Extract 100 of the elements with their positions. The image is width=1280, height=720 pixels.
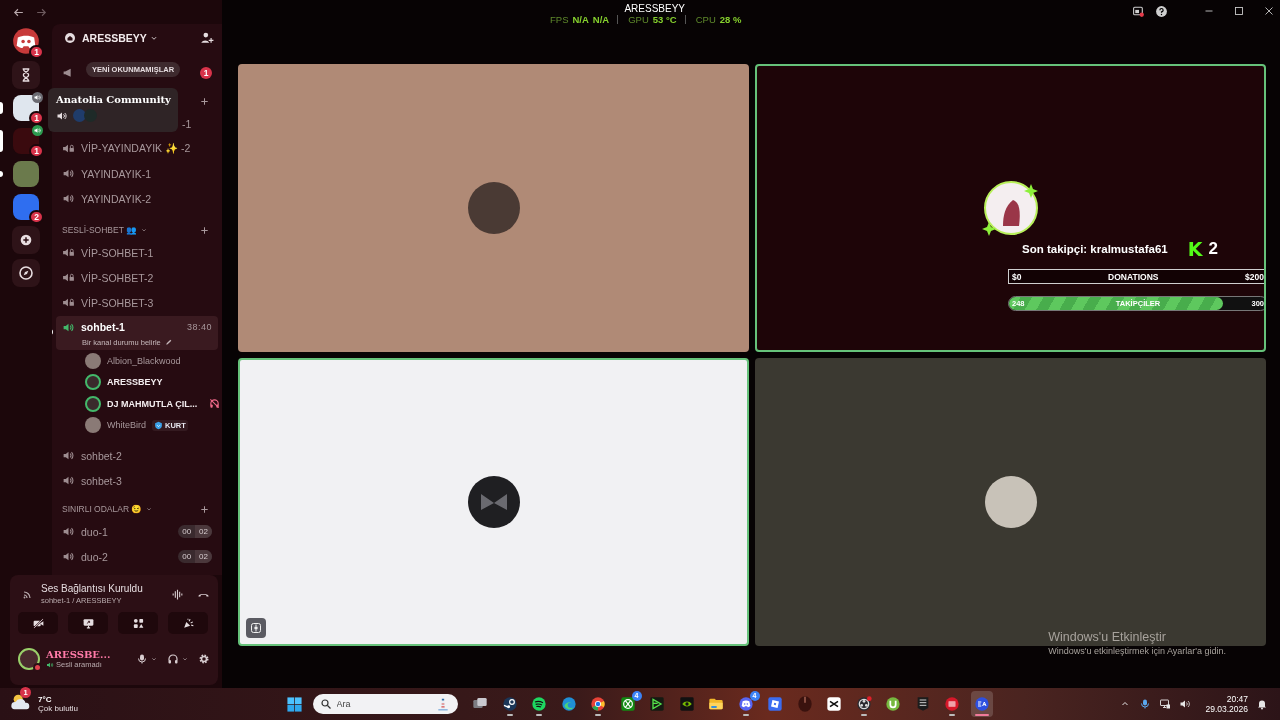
- voice-member[interactable]: ARESSBEYY: [56, 371, 218, 393]
- voice-channel[interactable]: sohbet-2: [56, 443, 218, 468]
- voice-channel[interactable]: YAYINDAYIK-1: [56, 161, 218, 186]
- add-channel-icon[interactable]: [199, 224, 210, 236]
- locked-speaker-icon: [62, 271, 75, 284]
- search-icon: [319, 698, 332, 710]
- app-icon: [590, 696, 606, 712]
- noise-suppression-icon[interactable]: [171, 587, 184, 601]
- app-icon: [501, 696, 518, 712]
- activation-text: Windows'u etkinleştirmek için Ayarlar'a gidin.: [1048, 646, 1226, 656]
- notification-icon[interactable]: [1256, 698, 1268, 710]
- running-indicator: [595, 714, 601, 716]
- activity-button[interactable]: [118, 612, 158, 634]
- speaker-icon: [62, 192, 75, 205]
- call-timer: 38:40: [186, 322, 212, 332]
- running-indicator: [536, 714, 542, 716]
- unread-badge: 1: [29, 144, 44, 158]
- pencil-icon[interactable]: [164, 338, 173, 346]
- mouse-icon: [796, 696, 813, 712]
- avatar-icon: [73, 109, 86, 122]
- add-server-button[interactable]: [12, 226, 40, 254]
- user-name: ARESSBE...: [46, 649, 111, 660]
- discover-button[interactable]: [12, 259, 40, 287]
- shield-icon: [154, 420, 163, 430]
- voice-channel[interactable]: duo-2 00 02: [56, 544, 218, 569]
- screen-share-button[interactable]: [68, 612, 108, 634]
- video-tile[interactable]: [238, 358, 749, 646]
- voice-channel[interactable]: sohbet-3: [56, 468, 218, 493]
- voice-channel[interactable]: VİP-SOHBET-2: [56, 265, 218, 290]
- user-count: 00: [181, 526, 193, 538]
- clock-date[interactable]: 29.03.2026: [1205, 704, 1248, 714]
- voice-channel[interactable]: VİP-SOHBET-3: [56, 290, 218, 315]
- voice-channel[interactable]: VİP-SOHBET-1: [56, 240, 218, 265]
- network-icon[interactable]: [1159, 698, 1172, 710]
- chevron-icon: [181, 655, 189, 663]
- locked-speaker-icon: [62, 246, 75, 259]
- video-tile[interactable]: [238, 64, 749, 352]
- unread-badge: 1: [29, 45, 44, 59]
- headphones-icon: [167, 653, 179, 665]
- compass-icon: [18, 265, 34, 281]
- weather-condition: Çok bulutlu: [38, 704, 79, 713]
- soundboard-icon: [181, 616, 195, 630]
- running-indicator: [860, 714, 867, 716]
- chevron-icon: [150, 655, 158, 663]
- speaker-icon: [46, 660, 54, 669]
- activity-icon: [131, 616, 145, 630]
- server-home-icon: [64, 32, 76, 44]
- speaker-icon: [62, 167, 75, 180]
- microphone-button[interactable]: [136, 653, 158, 665]
- camera-button[interactable]: [18, 612, 58, 634]
- clock-time[interactable]: 20:47: [1205, 694, 1248, 704]
- folder-icon: [708, 696, 724, 712]
- camera-off-icon: [31, 616, 45, 630]
- screen-record-icon[interactable]: [1132, 4, 1145, 18]
- voice-member[interactable]: Albion_Blackwood: [56, 350, 218, 372]
- user-avatar: [980, 178, 1041, 238]
- add-channel-icon[interactable]: [199, 503, 210, 515]
- speaker-icon: [62, 525, 75, 538]
- server-icon[interactable]: [13, 194, 39, 220]
- category-label[interactable]: SINIRLI ODALAR 😉: [62, 504, 143, 514]
- voice-channel[interactable]: duo-1 00 02: [56, 519, 218, 544]
- stat-label: FPS: [550, 14, 569, 25]
- add-member-icon[interactable]: [200, 31, 214, 45]
- maximize-icon[interactable]: [1232, 4, 1246, 18]
- server-name-button[interactable]: ARESSBEYY: [82, 32, 159, 44]
- volume-icon[interactable]: [1179, 698, 1192, 710]
- bar-start-label: $0: [1012, 271, 1022, 282]
- stat-label: GPU: [628, 14, 649, 25]
- category-label[interactable]: SESLİ-SOHBET 👥: [62, 225, 138, 235]
- microphone-icon: [136, 653, 148, 665]
- headphones-button[interactable]: [167, 653, 189, 665]
- start-icon[interactable]: [286, 695, 303, 713]
- lighthouse-icon: [435, 696, 450, 712]
- locked-speaker-icon: [62, 296, 75, 309]
- voice-member[interactable]: DJ MAHMUTLA ÇIL...: [56, 393, 218, 415]
- settings-button[interactable]: [198, 653, 210, 665]
- chevron-icon[interactable]: [140, 226, 149, 234]
- user-avatar: [467, 476, 520, 528]
- stat-value: N/A: [592, 14, 610, 25]
- help-icon[interactable]: [1155, 4, 1168, 18]
- app-icon: [531, 696, 547, 712]
- soundboard-button[interactable]: [168, 612, 208, 634]
- voice-channel[interactable]: YAYINDAYIK-2: [56, 186, 218, 211]
- running-indicator: [974, 714, 989, 716]
- add-channel-icon[interactable]: [199, 95, 210, 107]
- home-icon[interactable]: [12, 27, 40, 55]
- stat-label: CPU: [695, 14, 716, 25]
- overlay-user-name: ARESSBEYY: [624, 4, 685, 14]
- microphone-icon[interactable]: [1139, 698, 1152, 710]
- logo-mark: K: [1187, 239, 1203, 259]
- chevron-icon[interactable]: [145, 505, 154, 513]
- voice-channel[interactable]: VİP-YAYINDAYIK ✨ -2: [56, 136, 218, 161]
- hourglass-button[interactable]: [12, 61, 40, 89]
- settings-icon: [198, 653, 210, 665]
- running-indicator: [506, 714, 513, 716]
- video-tile[interactable]: [755, 358, 1266, 646]
- avatar-icon: [84, 109, 97, 122]
- server-icon[interactable]: [13, 95, 39, 121]
- tooltip-title: Anatolia Community: [56, 94, 170, 105]
- search-field[interactable]: Ara: [312, 694, 458, 714]
